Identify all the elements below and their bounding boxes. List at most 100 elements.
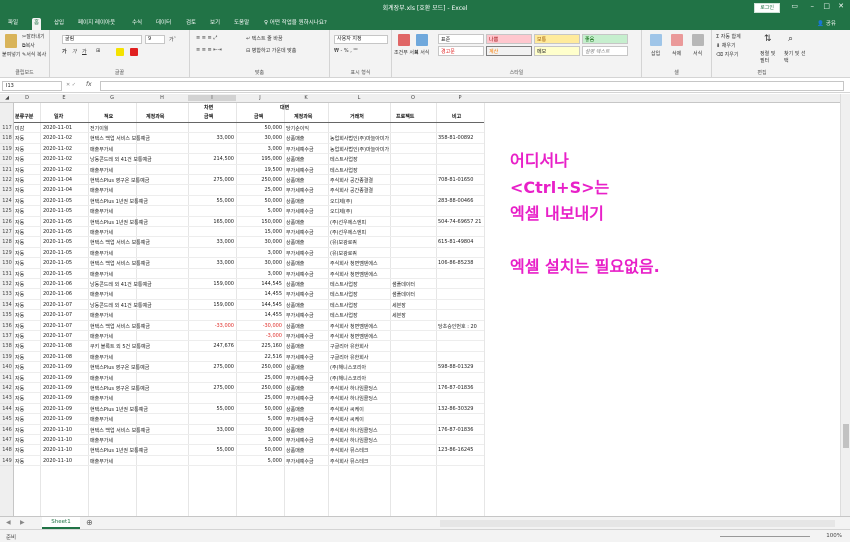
cell-memo[interactable]: 176-87-01836 bbox=[438, 385, 484, 391]
cell-cacc[interactable]: 부가세예수금 bbox=[286, 291, 328, 298]
cell-cacc[interactable]: 상품매출 bbox=[286, 281, 328, 288]
tab-formulas[interactable]: 수식 bbox=[130, 18, 144, 30]
cell-damt[interactable]: 55,000 bbox=[190, 447, 235, 453]
cell-camt[interactable]: 14,455 bbox=[238, 312, 283, 318]
row-number[interactable]: 119 bbox=[0, 144, 13, 155]
cell-camt[interactable]: 250,000 bbox=[238, 364, 282, 370]
font-color-icon[interactable] bbox=[130, 48, 138, 56]
cell-cacc[interactable]: 상품매출 bbox=[286, 198, 328, 205]
cell-camt[interactable]: 144,545 bbox=[238, 302, 282, 308]
cell-date[interactable]: 2020-11-09 bbox=[43, 375, 87, 381]
row-number[interactable]: 126 bbox=[0, 217, 13, 227]
underline-button[interactable]: 가 bbox=[82, 48, 87, 55]
tell-me-search[interactable]: ♀ 어떤 작업을 원하시나요? bbox=[262, 18, 329, 30]
column-header[interactable]: K bbox=[284, 95, 328, 101]
table-row[interactable]: 자동 2020-11-06 매출부가세 14,455 부가세예수금 테스트사업장 샘플데이터 bbox=[14, 289, 484, 300]
style-explanatory[interactable]: 설명 텍스트 bbox=[582, 46, 628, 56]
cell-desc[interactable]: 매출부가세 bbox=[90, 208, 188, 215]
cell-cacc[interactable]: 부가세예수금 bbox=[286, 208, 328, 215]
table-row[interactable]: 자동 2020-11-09 현택스Plus 영구온 보통예금 275,000 250,0… bbox=[14, 383, 484, 394]
cell-partner[interactable]: 주식회사 청면멤덴에스 bbox=[330, 271, 404, 278]
column-header[interactable]: D bbox=[14, 95, 40, 101]
table-row[interactable]: 자동 2020-11-09 매출부가세 5,000 부가세예수금 주식회사 씨케이 bbox=[14, 414, 484, 425]
maximize-icon[interactable]: □ bbox=[823, 2, 830, 10]
cell-desc[interactable]: 매출부가세 bbox=[90, 271, 188, 278]
cell-date[interactable]: 2020-11-05 bbox=[43, 219, 87, 225]
cell-desc[interactable]: 매출부가세 bbox=[90, 146, 188, 153]
cell-date[interactable]: 2020-11-06 bbox=[43, 291, 87, 297]
cell-camt[interactable]: 5,000 bbox=[238, 458, 282, 464]
cell-date[interactable]: 2020-11-05 bbox=[43, 271, 87, 277]
cell-proj[interactable]: 세븐장 bbox=[392, 312, 436, 319]
cell-type[interactable]: 자동 bbox=[15, 208, 39, 215]
cell-damt[interactable]: 55,000 bbox=[190, 406, 235, 412]
cell-type[interactable]: 자동 bbox=[15, 458, 39, 465]
table-row[interactable]: 자동 2020-11-09 매출부가세 25,000 부가세예수금 (주)해니스코리아 bbox=[14, 373, 484, 383]
cell-partner[interactable]: 주식회사 하나임콜딩스 bbox=[330, 437, 404, 444]
cell-partner[interactable]: 오디제(주) bbox=[330, 208, 404, 215]
cell-partner[interactable]: 주식회사 청면멤덴에스 bbox=[330, 260, 404, 267]
cell-desc[interactable]: 쿠키 블록트 외 5건 보통예금 bbox=[90, 343, 188, 350]
style-bad[interactable]: 나쁨 bbox=[486, 34, 532, 44]
cell-damt[interactable]: 33,000 bbox=[190, 135, 235, 141]
cell-type[interactable]: 자동 bbox=[15, 156, 39, 163]
cell-camt[interactable]: 3,000 bbox=[238, 146, 282, 152]
cell-damt[interactable]: 165,000 bbox=[190, 219, 234, 225]
cell-partner[interactable]: 주식회사 씨케이 bbox=[330, 416, 404, 423]
zoom-level[interactable]: 100% bbox=[826, 533, 842, 539]
cell-cacc[interactable]: 부가세예수금 bbox=[286, 187, 328, 194]
cell-type[interactable]: 자동 bbox=[15, 416, 39, 423]
cell-cacc[interactable]: 당기순이익 bbox=[286, 125, 328, 132]
cell-cacc[interactable]: 부가세예수금 bbox=[286, 416, 328, 423]
italic-button[interactable]: 가 bbox=[72, 48, 77, 55]
table-row[interactable]: 자동 2020-11-05 매출부가세 5,000 부가세예수금 오디제(주) bbox=[14, 206, 484, 217]
cell-date[interactable]: 2020-11-09 bbox=[43, 406, 87, 412]
cell-type[interactable]: 자동 bbox=[15, 260, 39, 267]
cell-date[interactable]: 2020-11-10 bbox=[43, 437, 87, 443]
table-row[interactable]: 자동 2020-11-10 매출부가세 5,000 부가세예수금 주식회사 뮤스테크 bbox=[14, 456, 484, 467]
cell-desc[interactable]: 매출부가세 bbox=[90, 458, 188, 465]
cell-partner[interactable]: 주식회사 공간종결결 bbox=[330, 187, 404, 194]
cell-type[interactable]: 자동 bbox=[15, 198, 39, 205]
cell-date[interactable]: 2020-11-05 bbox=[43, 260, 87, 266]
number-format-select[interactable]: 사용자 지정 bbox=[334, 35, 388, 44]
table-row[interactable]: 자동 2020-11-02 매출부가세 3,000 부가세예수금 농업회사법인(주)마늘아… bbox=[14, 144, 484, 155]
cell-type[interactable]: 자동 bbox=[15, 281, 39, 288]
cell-damt[interactable]: 33,000 bbox=[190, 239, 235, 245]
cell-cacc[interactable]: 부가세예수금 bbox=[286, 167, 328, 174]
tab-home[interactable]: 홈 bbox=[32, 18, 42, 30]
cell-cacc[interactable]: 부가세예수금 bbox=[286, 250, 328, 257]
cell-partner[interactable]: 주식회사 공간종결결 bbox=[330, 177, 404, 184]
cell-damt[interactable]: 214,500 bbox=[190, 156, 234, 162]
cell-cacc[interactable]: 상품매출 bbox=[286, 156, 328, 163]
cell-desc[interactable]: 전기이월 bbox=[90, 125, 188, 132]
cell-date[interactable]: 2020-11-04 bbox=[43, 177, 87, 183]
cell-date[interactable]: 2020-11-07 bbox=[43, 312, 87, 318]
cell-partner[interactable]: (주)해니스코리아 bbox=[330, 364, 404, 371]
cell-date[interactable]: 2020-11-10 bbox=[43, 458, 87, 464]
format-cells-icon[interactable] bbox=[692, 34, 704, 46]
wrap-text-button[interactable]: ↵ 텍스트 줄 바꿈 bbox=[246, 35, 283, 42]
cell-date[interactable]: 2020-11-01 bbox=[43, 125, 87, 131]
cell-camt[interactable]: 25,000 bbox=[238, 375, 283, 381]
cell-type[interactable]: 자동 bbox=[15, 364, 39, 371]
column-header[interactable]: O bbox=[390, 95, 436, 101]
cell-desc[interactable]: 매출부가세 bbox=[90, 250, 188, 257]
cell-cacc[interactable]: 부가세예수금 bbox=[286, 146, 328, 153]
cell-cacc[interactable]: 부가세예수금 bbox=[286, 229, 328, 236]
cell-proj[interactable]: 샘플데이터 bbox=[392, 291, 436, 298]
cell-camt[interactable]: 144,545 bbox=[238, 281, 282, 287]
table-row[interactable]: 자동 2020-11-05 현택스Plus 1년권 보통예금 55,000 50,000… bbox=[14, 196, 484, 207]
prev-sheet-icon[interactable]: ◀ bbox=[6, 519, 11, 526]
cell-partner[interactable]: 주식회사 하나임콜딩스 bbox=[330, 385, 404, 392]
row-number[interactable]: 125 bbox=[0, 206, 13, 217]
cell-partner[interactable]: (유)보광로쿼 bbox=[330, 239, 404, 246]
cell-date[interactable]: 2020-11-05 bbox=[43, 208, 87, 214]
formula-input[interactable] bbox=[100, 81, 844, 91]
cell-camt[interactable]: 30,000 bbox=[238, 135, 283, 141]
cell-partner[interactable]: (주)선우에스엔피 bbox=[330, 219, 404, 226]
cell-date[interactable]: 2020-11-05 bbox=[43, 198, 87, 204]
format-painter-button[interactable]: ✎서식 복사 bbox=[22, 51, 46, 58]
cell-type[interactable]: 자동 bbox=[15, 385, 39, 392]
cell-cacc[interactable]: 부가세예수금 bbox=[286, 395, 328, 402]
